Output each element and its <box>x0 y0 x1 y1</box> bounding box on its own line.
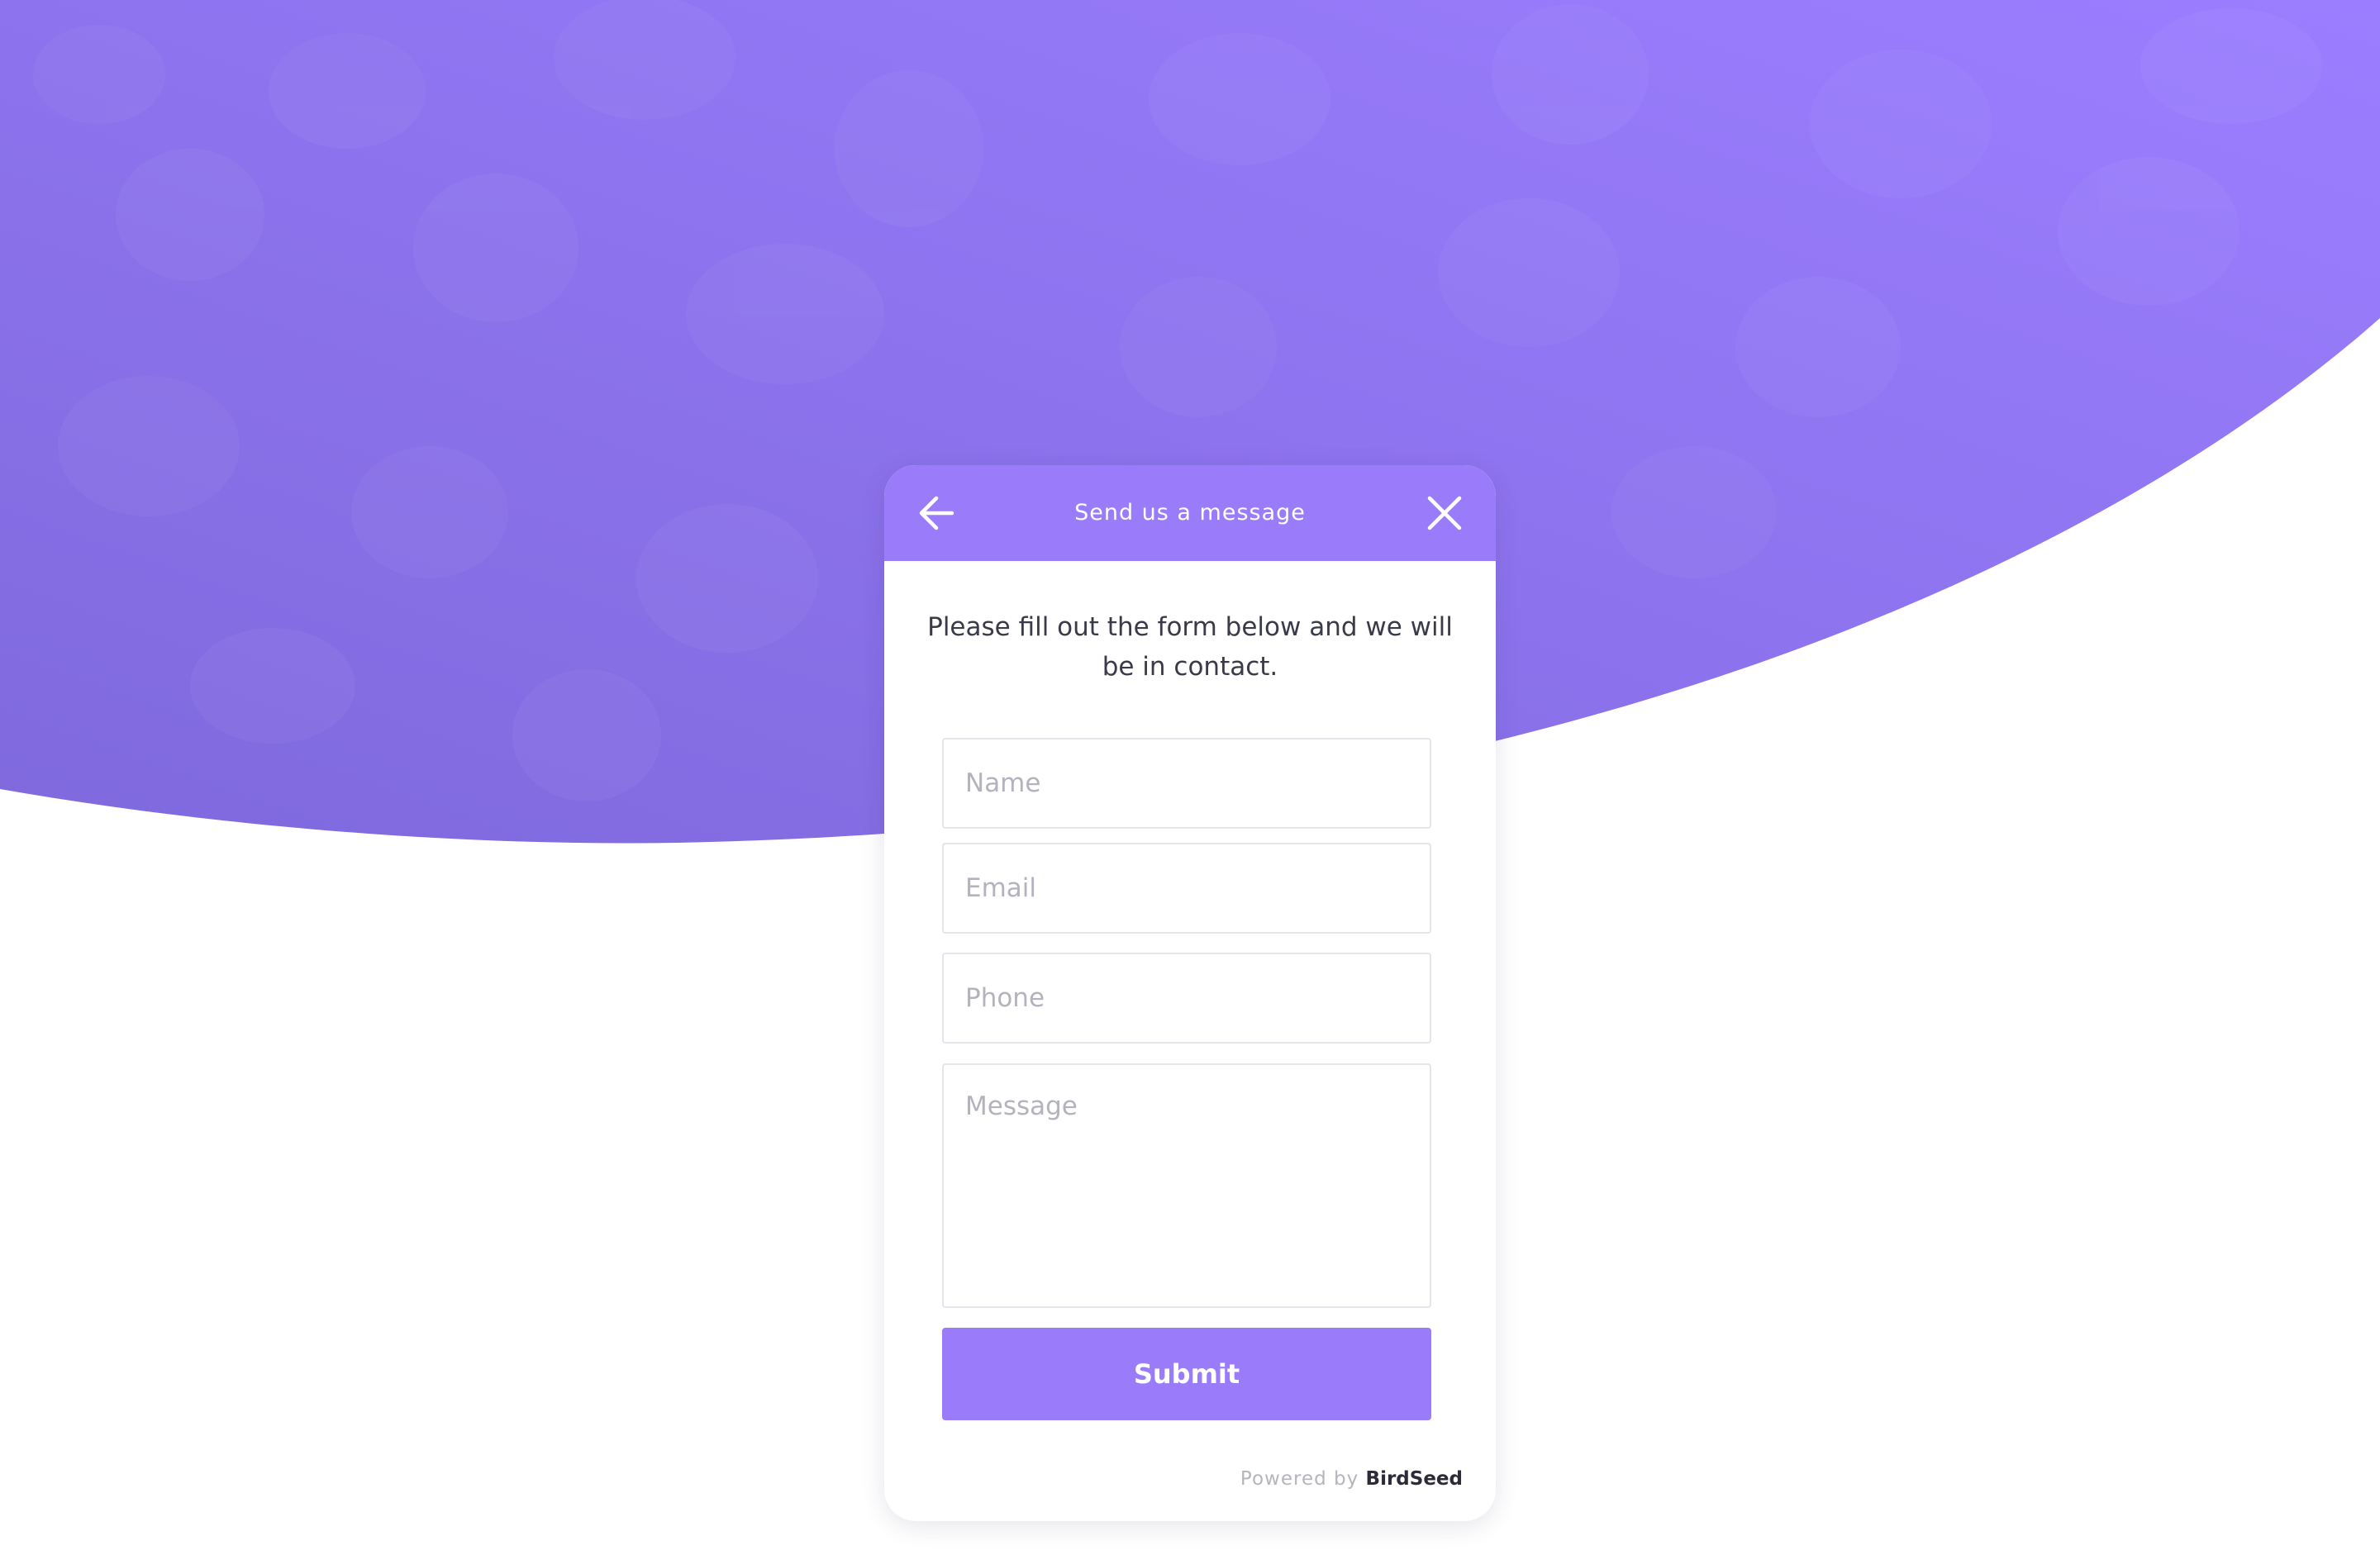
widget-header: Send us a message <box>884 465 1496 561</box>
powered-by: Powered by BirdSeed <box>1240 1468 1463 1490</box>
widget-title: Send us a message <box>1074 500 1306 525</box>
brand-link[interactable]: BirdSeed <box>1366 1468 1463 1490</box>
submit-button[interactable]: Submit <box>942 1328 1431 1420</box>
email-input[interactable] <box>942 843 1431 934</box>
arrow-left-icon <box>919 496 954 530</box>
page-canvas: Send us a message Please fill out the fo… <box>0 0 2380 1550</box>
powered-by-label: Powered by <box>1240 1468 1359 1490</box>
close-icon <box>1427 496 1462 530</box>
message-textarea[interactable] <box>942 1063 1431 1308</box>
intro-text: Please fill out the form below and we wi… <box>927 612 1453 682</box>
phone-input[interactable] <box>942 953 1431 1044</box>
contact-widget: Send us a message Please fill out the fo… <box>884 465 1496 1521</box>
back-button[interactable] <box>912 488 962 538</box>
close-button[interactable] <box>1420 488 1469 538</box>
name-input[interactable] <box>942 738 1431 829</box>
